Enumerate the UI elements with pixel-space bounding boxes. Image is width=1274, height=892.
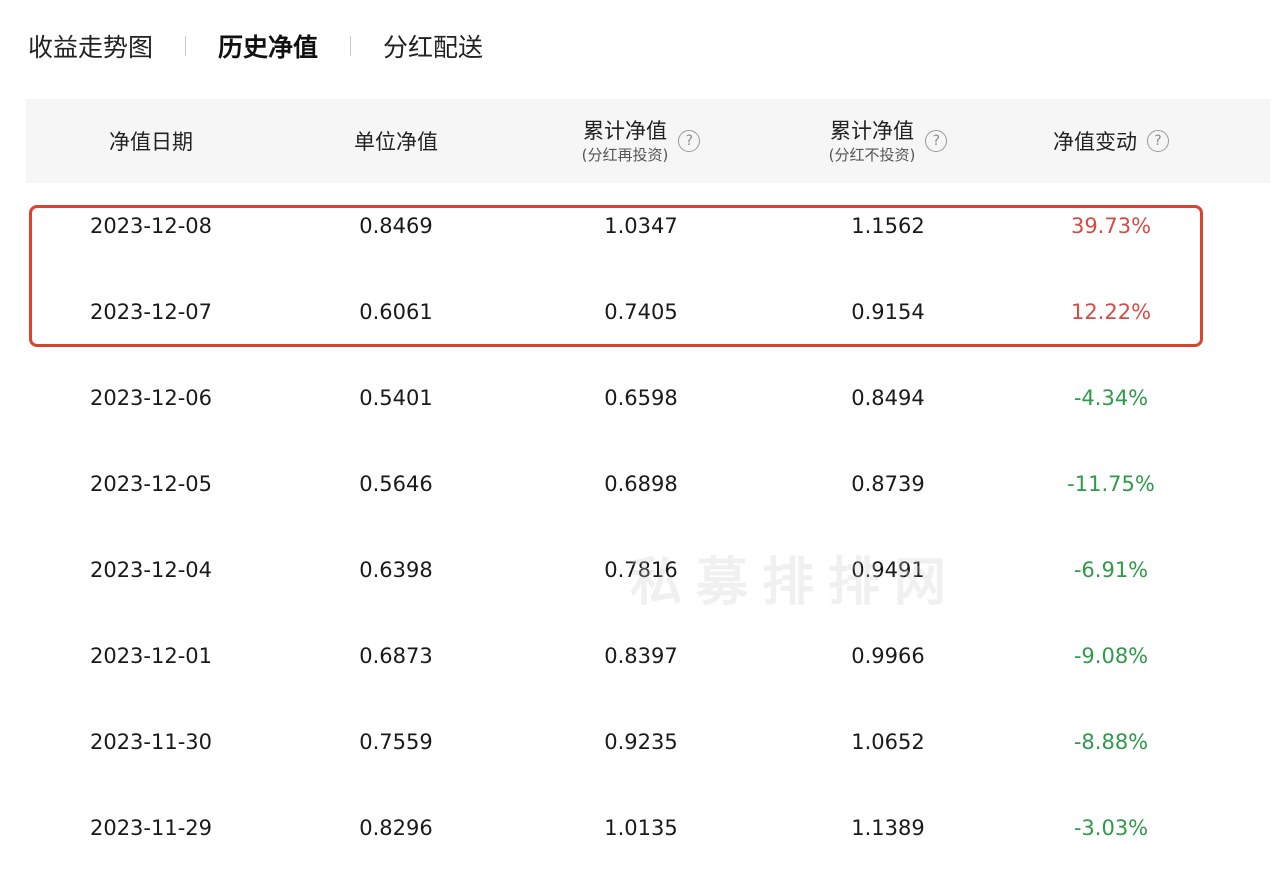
header-change: 净值变动 ? xyxy=(1036,99,1186,183)
cell-acc-nav-no-reinvest: 1.0652 xyxy=(851,730,925,754)
cell-change: -3.03% xyxy=(1073,816,1149,840)
cell-date: 2023-11-30 xyxy=(89,730,213,754)
table-row: 2023-12-01 0.6873 0.8397 0.9966 -9.08% xyxy=(26,613,1270,699)
cell-change: -11.75% xyxy=(1067,472,1155,496)
cell-date: 2023-12-06 xyxy=(89,386,213,410)
cell-acc-nav-no-reinvest: 0.8739 xyxy=(851,472,925,496)
cell-acc-nav-reinvest: 0.6598 xyxy=(604,386,678,410)
help-icon[interactable]: ? xyxy=(678,130,701,152)
cell-acc-nav-no-reinvest: 0.9491 xyxy=(851,558,925,582)
table-row: 2023-12-06 0.5401 0.6598 0.8494 -4.34% xyxy=(26,355,1270,441)
cell-acc-nav-reinvest: 1.0135 xyxy=(604,816,678,840)
cell-acc-nav-no-reinvest: 0.8494 xyxy=(851,386,925,410)
cell-acc-nav-reinvest: 0.9235 xyxy=(604,730,678,754)
header-date-label: 净值日期 xyxy=(109,130,193,154)
table-row: 2023-11-30 0.7559 0.9235 1.0652 -8.88% xyxy=(26,699,1270,785)
cell-date: 2023-12-05 xyxy=(89,472,213,496)
header-unit-nav: 单位净值 xyxy=(296,99,496,183)
tab-bar: 收益走势图 历史净值 分红配送 xyxy=(28,26,483,66)
header-unit-nav-label: 单位净值 xyxy=(354,130,438,154)
table-row: 2023-12-05 0.5646 0.6898 0.8739 -11.75% xyxy=(26,441,1270,527)
table-header: 净值日期 单位净值 累计净值 (分红再投资) ? 累计净值 (分红不投资) ? … xyxy=(26,99,1270,183)
cell-acc-nav-reinvest: 0.8397 xyxy=(604,644,678,668)
cell-unit-nav: 0.5401 xyxy=(359,386,433,410)
cell-date: 2023-11-29 xyxy=(89,816,213,840)
tab-historical-nav[interactable]: 历史净值 xyxy=(218,28,318,64)
help-icon[interactable]: ? xyxy=(925,130,948,152)
cell-unit-nav: 0.6398 xyxy=(359,558,433,582)
cell-date: 2023-12-01 xyxy=(89,644,213,668)
cell-acc-nav-no-reinvest: 0.9966 xyxy=(851,644,925,668)
cell-acc-nav-reinvest: 0.7816 xyxy=(604,558,678,582)
header-date: 净值日期 xyxy=(26,99,276,183)
header-acc-nav-reinvest-label: 累计净值 xyxy=(583,118,667,143)
tab-divider xyxy=(350,36,352,56)
header-change-label: 净值变动 xyxy=(1053,130,1137,154)
header-acc-nav-no-reinvest-label: 累计净值 xyxy=(830,118,914,143)
header-acc-nav-reinvest-sub: (分红再投资) xyxy=(581,145,669,164)
cell-acc-nav-no-reinvest: 1.1389 xyxy=(851,816,925,840)
tab-divider xyxy=(185,36,187,56)
cell-unit-nav: 0.5646 xyxy=(359,472,433,496)
cell-unit-nav: 0.7559 xyxy=(359,730,433,754)
help-icon[interactable]: ? xyxy=(1147,130,1169,152)
header-acc-nav-no-reinvest: 累计净值 (分红不投资) ? xyxy=(788,99,988,183)
tab-return-trend[interactable]: 收益走势图 xyxy=(28,28,153,64)
cell-change: -4.34% xyxy=(1073,386,1149,410)
cell-change: -8.88% xyxy=(1073,730,1149,754)
cell-acc-nav-reinvest: 0.6898 xyxy=(604,472,678,496)
cell-date: 2023-12-04 xyxy=(89,558,213,582)
highlight-box xyxy=(29,205,1203,347)
cell-unit-nav: 0.8296 xyxy=(359,816,433,840)
table-row: 2023-11-29 0.8296 1.0135 1.1389 -3.03% xyxy=(26,785,1270,871)
header-acc-nav-no-reinvest-sub: (分红不投资) xyxy=(828,145,916,164)
cell-unit-nav: 0.6873 xyxy=(359,644,433,668)
header-acc-nav-reinvest: 累计净值 (分红再投资) ? xyxy=(541,99,741,183)
cell-change: -6.91% xyxy=(1073,558,1149,582)
cell-change: -9.08% xyxy=(1073,644,1149,668)
tab-dividend[interactable]: 分红配送 xyxy=(383,28,483,64)
table-row: 2023-12-04 0.6398 0.7816 0.9491 -6.91% xyxy=(26,527,1270,613)
